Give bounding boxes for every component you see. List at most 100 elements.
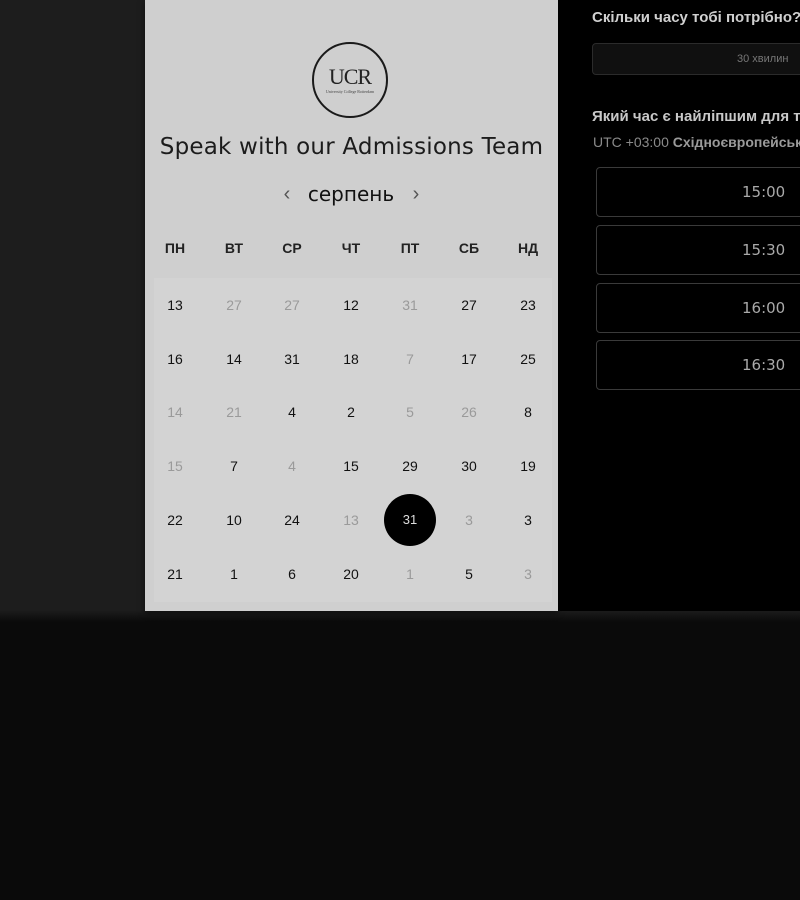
weekday-header: ПН ВТ СР ЧТ ПТ СБ НД xyxy=(145,240,558,260)
duration-select[interactable]: 30 хвилин xyxy=(592,43,800,75)
calendar-day-number: 1 xyxy=(230,565,238,582)
time-slot-button[interactable]: 15:00 xyxy=(596,167,800,217)
duration-question: Скільки часу тобі потрібно? xyxy=(592,9,800,26)
calendar-day[interactable]: 31 xyxy=(382,278,438,332)
weekday-label: СБ xyxy=(458,240,480,256)
time-question: Який час є найліпшим для тебе? xyxy=(592,108,800,125)
calendar-day-number: 16 xyxy=(167,350,183,367)
calendar-day[interactable]: 1 xyxy=(206,547,262,601)
calendar-day[interactable]: 25 xyxy=(500,332,556,386)
calendar-day-number: 19 xyxy=(520,458,536,475)
calendar-day-number: 22 xyxy=(167,511,183,528)
chevron-right-icon[interactable]: › xyxy=(407,184,425,204)
time-slot-button[interactable]: 15:30 xyxy=(596,225,800,275)
calendar-day[interactable]: 5 xyxy=(441,547,497,601)
calendar-day[interactable]: 4 xyxy=(264,439,320,493)
calendar-day-number: 14 xyxy=(226,350,242,367)
calendar-day[interactable]: 30 xyxy=(441,439,497,493)
calendar-day-number: 15 xyxy=(343,458,359,475)
calendar-day[interactable]: 3 xyxy=(500,493,556,547)
calendar-day[interactable]: 24 xyxy=(264,493,320,547)
calendar-day[interactable]: 12 xyxy=(323,278,379,332)
calendar-panel: UCR University College Rotterdam Speak w… xyxy=(145,0,558,611)
duration-value: 30 хвилин xyxy=(737,53,789,65)
calendar-day-number: 3 xyxy=(465,511,473,528)
booking-panel: Скільки часу тобі потрібно? 30 хвилин Як… xyxy=(558,0,800,611)
time-slot-label: 16:30 xyxy=(742,356,786,374)
calendar-day[interactable]: 15 xyxy=(147,439,203,493)
calendar-day-number: 31 xyxy=(402,297,418,313)
calendar-day[interactable]: 2 xyxy=(323,385,379,439)
calendar-day-number: 14 xyxy=(167,404,183,421)
calendar-day-number: 23 xyxy=(520,297,536,313)
calendar-day-number: 13 xyxy=(167,297,183,313)
calendar-day[interactable]: 1 xyxy=(382,547,438,601)
time-slot-button[interactable]: 16:30 xyxy=(596,340,800,390)
calendar-day-number: 26 xyxy=(461,404,477,421)
calendar-day[interactable]: 27 xyxy=(206,278,262,332)
calendar-day-number: 7 xyxy=(230,458,238,475)
calendar-day[interactable]: 21 xyxy=(206,385,262,439)
calendar-day[interactable]: 27 xyxy=(264,278,320,332)
calendar-day-number: 6 xyxy=(288,565,296,582)
calendar-day[interactable]: 8 xyxy=(500,385,556,439)
calendar-day-number: 21 xyxy=(226,404,242,421)
calendar-day[interactable]: 29 xyxy=(382,439,438,493)
calendar-day[interactable]: 6 xyxy=(264,547,320,601)
calendar-day-number: 20 xyxy=(343,565,359,582)
weekday-label: ПН xyxy=(164,240,186,256)
month-navigation: ‹ серпень › xyxy=(145,181,558,211)
calendar-day-number: 13 xyxy=(343,511,359,528)
calendar-day[interactable]: 31 xyxy=(264,332,320,386)
calendar-day-number: 25 xyxy=(520,350,536,367)
calendar-day-number: 15 xyxy=(167,458,183,475)
weekday-label: ПТ xyxy=(400,240,420,256)
ucr-logo: UCR University College Rotterdam xyxy=(312,42,388,118)
calendar-day-number: 30 xyxy=(461,458,477,475)
calendar-day[interactable]: 4 xyxy=(264,385,320,439)
calendar-day[interactable]: 13 xyxy=(147,278,203,332)
weekday-label: СР xyxy=(282,240,302,256)
time-slot-label: 16:00 xyxy=(742,299,786,317)
calendar-day-number: 5 xyxy=(465,565,473,582)
calendar-day-number: 18 xyxy=(343,350,359,367)
calendar-day[interactable]: 19 xyxy=(500,439,556,493)
chevron-left-icon[interactable]: ‹ xyxy=(278,184,296,204)
calendar-day-number: 3 xyxy=(524,565,532,582)
calendar-day-number: 24 xyxy=(284,511,300,528)
calendar-day-number: 1 xyxy=(406,565,414,582)
calendar-day-number: 4 xyxy=(288,458,296,475)
calendar-day[interactable]: 18 xyxy=(323,332,379,386)
calendar-day[interactable]: 23 xyxy=(500,278,556,332)
calendar-day[interactable]: 27 xyxy=(441,278,497,332)
calendar-day[interactable]: 20 xyxy=(323,547,379,601)
calendar-day-selected[interactable]: 31 xyxy=(382,493,438,547)
calendar-day[interactable]: 13 xyxy=(323,493,379,547)
calendar-day[interactable]: 17 xyxy=(441,332,497,386)
calendar-day[interactable]: 14 xyxy=(147,385,203,439)
calendar-day-number: 17 xyxy=(461,350,477,367)
calendar-day-number: 8 xyxy=(524,404,532,421)
calendar-day[interactable]: 7 xyxy=(382,332,438,386)
calendar-day[interactable]: 22 xyxy=(147,493,203,547)
calendar-day[interactable]: 16 xyxy=(147,332,203,386)
weekday-label: НД xyxy=(517,240,539,256)
time-slot-label: 15:00 xyxy=(742,183,786,201)
calendar-day[interactable]: 14 xyxy=(206,332,262,386)
calendar-day[interactable]: 15 xyxy=(323,439,379,493)
calendar-day[interactable]: 21 xyxy=(147,547,203,601)
calendar-day[interactable]: 3 xyxy=(500,547,556,601)
calendar-day-number: 2 xyxy=(347,404,355,421)
calendar-day-number: 27 xyxy=(284,297,300,313)
calendar-day-number: 29 xyxy=(402,458,418,475)
calendar-day[interactable]: 7 xyxy=(206,439,262,493)
calendar-grid: 13 27 27 12 31 27 23 16 14 31 18 7 17 25 14 21 4 2 5 26 8 15 7… xyxy=(154,278,552,602)
calendar-day[interactable]: 10 xyxy=(206,493,262,547)
timezone-name: Східноєвропейський час xyxy=(672,134,800,150)
calendar-day[interactable]: 26 xyxy=(441,385,497,439)
calendar-day-number: 31 xyxy=(384,493,436,546)
calendar-day[interactable]: 5 xyxy=(382,385,438,439)
calendar-day-number: 7 xyxy=(406,350,414,367)
time-slot-button[interactable]: 16:00 xyxy=(596,283,800,333)
calendar-day[interactable]: 3 xyxy=(441,493,497,547)
